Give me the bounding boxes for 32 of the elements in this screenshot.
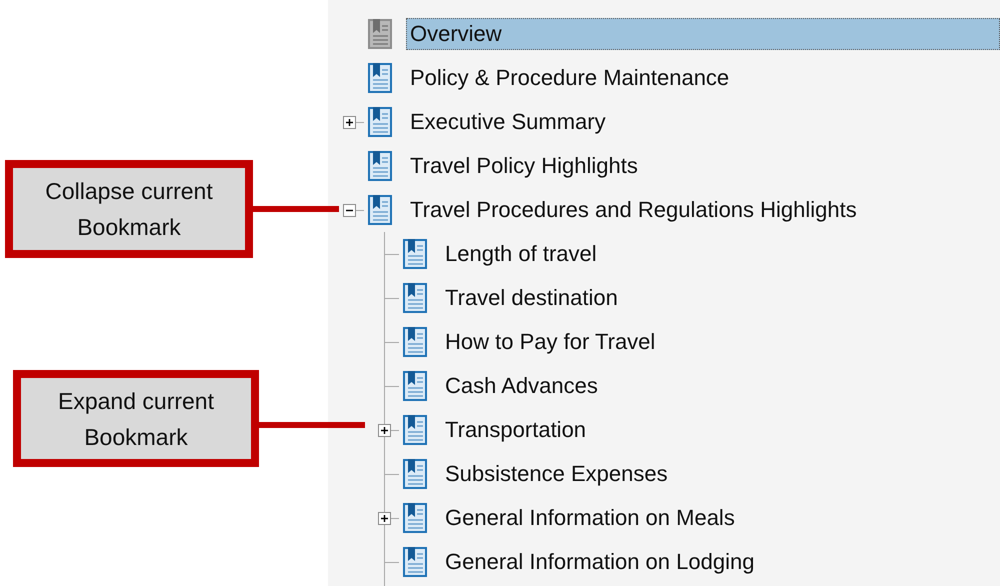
bookmark-icon [403,459,427,489]
bookmark-icon [368,151,392,181]
bookmark-icon [403,327,427,357]
bookmark-label[interactable]: Executive Summary [406,106,610,138]
bookmark-icon [368,19,392,49]
bookmark-label[interactable]: How to Pay for Travel [441,326,660,358]
bookmark-icon [368,195,392,225]
bookmark-icon [403,547,427,577]
bookmark-label[interactable]: Travel Policy Highlights [406,150,642,182]
callout-label: Collapse current Bookmark [5,160,253,258]
expand-icon[interactable] [378,512,390,524]
expand-icon[interactable] [378,424,390,436]
bookmark-label[interactable]: General Information on Meals [441,502,739,534]
bookmark-label[interactable]: Length of travel [441,238,601,270]
bookmark-icon [403,239,427,269]
bookmark-label[interactable]: Overview [406,18,1000,50]
bookmark-label[interactable]: Travel Procedures and Regulations Highlights [406,194,861,226]
bookmark-icon [403,371,427,401]
bookmark-label[interactable]: Cash Advances [441,370,602,402]
bookmark-label[interactable]: Transportation [441,414,590,446]
bookmark-icon [403,283,427,313]
bookmark-label[interactable]: Policy & Procedure Maintenance [406,62,734,94]
bookmark-icon [403,415,427,445]
collapse-icon[interactable] [342,204,356,216]
bookmark-label[interactable]: Subsistence Expenses [441,458,672,490]
bookmark-icon [368,63,392,93]
bookmark-icon [368,107,392,137]
bookmark-icon [403,503,427,533]
callout-label: Expand current Bookmark [13,370,259,467]
expand-icon[interactable] [342,116,356,128]
bookmark-label[interactable]: General Information on Lodging [441,546,758,578]
bookmark-label[interactable]: Travel destination [441,282,622,314]
